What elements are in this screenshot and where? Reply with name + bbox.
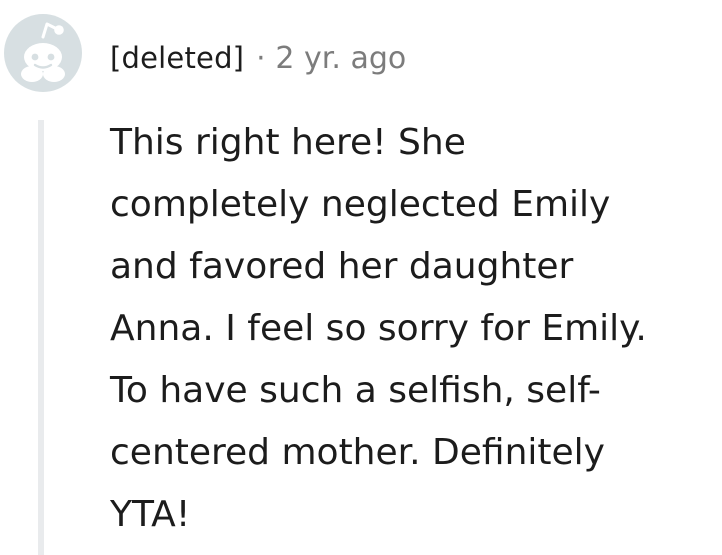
thread-line[interactable]	[38, 120, 44, 555]
comment-meta: [deleted] · 2 yr. ago	[110, 38, 406, 78]
comment-line-5: To have such a selfish, self-	[110, 370, 601, 411]
comment-line-3: and favored her daughter	[110, 246, 574, 287]
comment-line-2: completely neglected Emily	[110, 184, 611, 225]
meta-separator: ·	[256, 41, 266, 75]
comment-line-6: centered mother. Definitely	[110, 432, 605, 473]
comment-line-4: Anna. I feel so sorry for Emily.	[110, 308, 647, 349]
user-avatar[interactable]	[4, 14, 82, 92]
reddit-snoo-avatar-icon	[4, 14, 82, 92]
comment-author[interactable]: [deleted]	[110, 41, 244, 75]
comment: [deleted] · 2 yr. ago This right here! S…	[0, 0, 722, 555]
comment-line-1: This right here! She	[110, 122, 466, 163]
comment-line-7: YTA!	[110, 494, 191, 535]
comment-time[interactable]: 2 yr. ago	[275, 41, 406, 76]
comment-body: This right here! She completely neglecte…	[110, 112, 710, 546]
